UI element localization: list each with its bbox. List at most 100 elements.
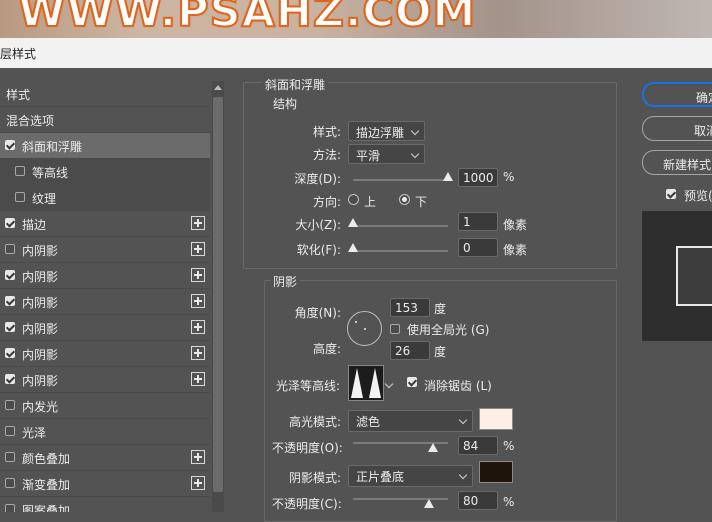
style-list-checkbox[interactable] <box>5 504 15 512</box>
style-list-item[interactable]: 内阴影 <box>0 341 210 367</box>
style-list-checkbox[interactable] <box>5 296 15 306</box>
dialog-body: 样式 混合选项 斜面和浮雕 等高线 纹理 描边 内阴影 内阴影 内阴影 内阴影 内阴影 内阴影 内发光光… <box>0 68 712 522</box>
dialog-titlebar[interactable]: 层样式 <box>0 38 712 69</box>
shadow-opacity-handle[interactable] <box>424 499 434 508</box>
ok-button[interactable]: 确定 <box>642 82 712 107</box>
add-effect-plus-icon[interactable] <box>191 450 205 464</box>
direction-down-radio[interactable] <box>399 194 410 205</box>
preview-label: 预览(V) <box>684 189 712 203</box>
style-list-checkbox[interactable] <box>5 426 15 436</box>
direction-label: 方向: <box>312 195 341 209</box>
size-slider-handle[interactable] <box>348 218 358 227</box>
style-list-item[interactable]: 内阴影 <box>0 237 210 263</box>
style-list-item[interactable]: 等高线 <box>0 159 210 185</box>
style-list-item[interactable]: 内阴影 <box>0 263 210 289</box>
style-list-label: 斜面和浮雕 <box>22 140 83 154</box>
scroll-thumb[interactable] <box>213 97 223 492</box>
cancel-button[interactable]: 取消 <box>642 116 712 141</box>
style-list-label: 内阴影 <box>22 322 59 336</box>
technique-dropdown-value: 平滑 <box>356 149 381 163</box>
highlight-opacity-handle[interactable] <box>427 443 438 452</box>
size-slider-track[interactable] <box>353 225 448 227</box>
style-list-checkbox[interactable] <box>5 140 15 150</box>
add-effect-plus-icon[interactable] <box>191 346 205 360</box>
shadow-color-swatch[interactable] <box>479 461 513 483</box>
style-list-item[interactable]: 渐变叠加 <box>0 471 210 497</box>
style-list-label: 内阴影 <box>22 270 59 284</box>
shadow-opacity-input[interactable]: 80 <box>458 491 498 510</box>
technique-dropdown[interactable]: 平滑 <box>348 144 425 164</box>
style-list-label: 描边 <box>22 218 47 232</box>
style-list-item[interactable]: 斜面和浮雕 <box>0 133 210 159</box>
soften-input[interactable]: 0 <box>458 238 498 257</box>
depth-slider-track[interactable] <box>353 179 448 181</box>
chevron-down-icon <box>410 126 420 136</box>
depth-unit: % <box>503 170 515 184</box>
add-effect-plus-icon[interactable] <box>191 242 205 256</box>
style-list-item[interactable]: 内阴影 <box>0 315 210 341</box>
style-list-checkbox[interactable] <box>15 166 25 176</box>
preview-checkbox[interactable] <box>666 189 676 199</box>
style-list-item[interactable]: 图案叠加 <box>0 497 210 512</box>
style-list-item[interactable]: 颜色叠加 <box>0 445 210 471</box>
angle-input[interactable]: 153 <box>390 298 430 317</box>
angle-label: 角度(N): <box>294 306 341 320</box>
soften-slider-handle[interactable] <box>348 243 358 252</box>
gloss-contour-preview-icon <box>351 368 381 398</box>
depth-slider-handle[interactable] <box>443 172 453 181</box>
style-list-item[interactable]: 光泽 <box>0 419 210 445</box>
shading-title: 阴影 <box>270 273 301 290</box>
style-list-item[interactable]: 内发光 <box>0 393 210 419</box>
style-list-checkbox[interactable] <box>5 270 15 280</box>
style-list-checkbox[interactable] <box>5 400 15 410</box>
background-banner: WWW.PSAHZ.COM <box>0 0 712 38</box>
style-list-item[interactable]: 描边 <box>0 211 210 237</box>
add-effect-plus-icon[interactable] <box>191 476 205 490</box>
style-list-checkbox[interactable] <box>5 244 15 254</box>
style-list-item[interactable]: 样式 <box>0 81 210 107</box>
style-list-label: 内阴影 <box>22 374 59 388</box>
highlight-opacity-input[interactable]: 84 <box>458 436 498 455</box>
shadow-mode-dropdown[interactable]: 正片叠底 <box>348 465 473 487</box>
highlight-opacity-label: 不透明度(O): <box>272 441 343 455</box>
soften-slider-track[interactable] <box>353 250 448 252</box>
style-list-item[interactable]: 内阴影 <box>0 367 210 393</box>
add-effect-plus-icon[interactable] <box>191 372 205 386</box>
altitude-input[interactable]: 26 <box>390 341 430 360</box>
style-list-label: 图案叠加 <box>22 504 71 512</box>
antialias-checkbox[interactable] <box>407 377 417 387</box>
style-list-checkbox[interactable] <box>5 374 15 384</box>
scroll-up-arrow-icon[interactable] <box>214 85 222 90</box>
style-dropdown[interactable]: 描边浮雕 <box>348 121 425 141</box>
gloss-contour-dropdown[interactable] <box>383 365 395 401</box>
global-light-checkbox[interactable] <box>390 324 400 334</box>
style-list-label: 内发光 <box>22 400 59 414</box>
bevel-emboss-title: 斜面和浮雕 <box>262 76 329 93</box>
chevron-down-icon <box>458 470 468 480</box>
shadow-opacity-label: 不透明度(C): <box>272 497 342 511</box>
angle-dial[interactable] <box>347 311 382 346</box>
add-effect-plus-icon[interactable] <box>191 216 205 230</box>
highlight-color-swatch[interactable] <box>479 408 513 430</box>
add-effect-plus-icon[interactable] <box>191 320 205 334</box>
add-effect-plus-icon[interactable] <box>191 294 205 308</box>
style-list-checkbox[interactable] <box>5 322 15 332</box>
style-list-checkbox[interactable] <box>5 478 15 488</box>
new-style-button[interactable]: 新建样式... <box>642 150 712 175</box>
style-list-checkbox[interactable] <box>15 192 25 202</box>
gloss-contour-picker[interactable] <box>348 365 384 401</box>
style-list-checkbox[interactable] <box>5 348 15 358</box>
highlight-mode-dropdown[interactable]: 滤色 <box>348 410 473 432</box>
style-list-item[interactable]: 混合选项 <box>0 107 210 133</box>
size-input[interactable]: 1 <box>458 212 498 231</box>
add-effect-plus-icon[interactable] <box>191 268 205 282</box>
depth-input[interactable]: 1000 <box>458 168 498 187</box>
style-list-checkbox[interactable] <box>5 218 15 228</box>
style-list-item[interactable]: 纹理 <box>0 185 210 211</box>
style-list-checkbox[interactable] <box>5 452 15 462</box>
style-list-scrollbar[interactable] <box>212 81 224 512</box>
direction-up-radio[interactable] <box>348 194 359 205</box>
style-list-item[interactable]: 内阴影 <box>0 289 210 315</box>
depth-label: 深度(D): <box>294 172 341 186</box>
dialog-title: 层样式 <box>0 47 37 61</box>
